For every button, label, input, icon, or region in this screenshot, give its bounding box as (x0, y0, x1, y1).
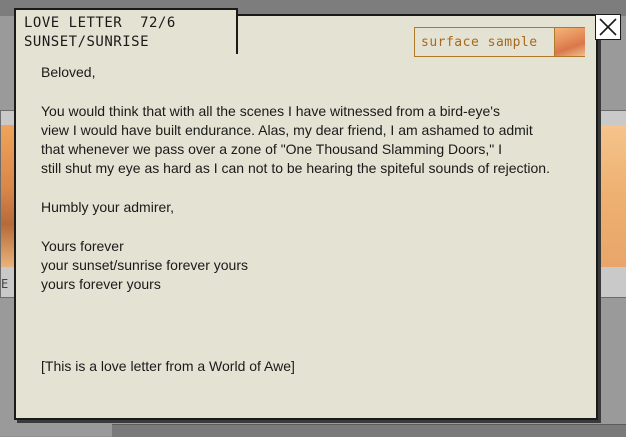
letter-closing-line: your sunset/sunrise forever yours (41, 257, 248, 273)
letter-line: that whenever we pass over a zone of "On… (41, 141, 503, 157)
close-icon (599, 18, 617, 36)
letter-closing-line: yours forever yours (41, 276, 161, 292)
background-card-text: E (1, 277, 9, 291)
surface-sample-swatch (554, 28, 585, 56)
letter-salutation: Beloved, (41, 64, 96, 80)
background-bottom-bar (112, 424, 626, 437)
letter-line: You would think that with all the scenes… (41, 103, 500, 119)
background-card-image (597, 125, 626, 267)
dialog-subtitle: SUNSET/SUNRISE (24, 34, 150, 50)
surface-sample-button[interactable]: surface sample (414, 27, 585, 57)
letter-closing-line: Yours forever (41, 238, 124, 254)
dialog-title: LOVE LETTER 72/6 (24, 15, 176, 31)
letter-body: Beloved, You would think that with all t… (41, 63, 581, 376)
letter-humbly: Humbly your admirer, (41, 199, 175, 215)
surface-sample-label: surface sample (421, 35, 538, 50)
close-button[interactable] (595, 14, 621, 40)
dialog-title-tab: LOVE LETTER 72/6 SUNSET/SUNRISE (14, 8, 238, 54)
letter-line: view I would have built endurance. Alas,… (41, 122, 533, 138)
letter-footnote: [This is a love letter from a World of A… (41, 358, 295, 374)
background-card-right (596, 110, 626, 298)
letter-line: still shut my eye as hard as I can not t… (41, 160, 550, 176)
